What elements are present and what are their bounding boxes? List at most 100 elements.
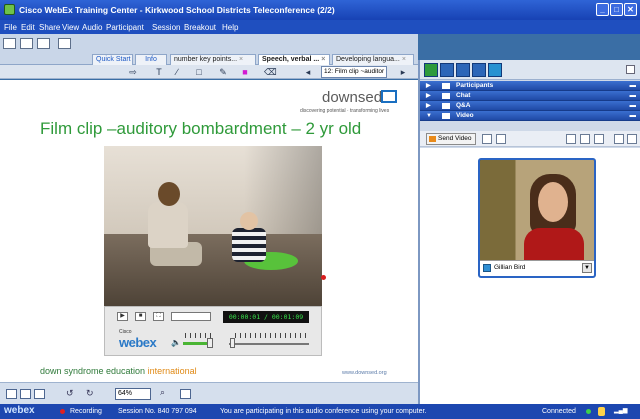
tab-info[interactable]: Info [135, 54, 167, 65]
participants-panel-icon[interactable] [424, 63, 438, 77]
zoom-icon[interactable]: ⌕ [160, 387, 165, 398]
video-options-icon[interactable] [482, 134, 492, 144]
minimize-panel-icon[interactable]: ▬ [630, 81, 637, 91]
stop-icon[interactable]: ■ [135, 312, 146, 321]
title-bar: Cisco WebEx Training Center - Kirkwood S… [0, 0, 640, 20]
active-speaker-view-icon[interactable] [566, 134, 576, 144]
panel-options-icon[interactable] [626, 65, 635, 74]
open-document-icon[interactable] [20, 38, 33, 49]
webex-logo: webex [119, 335, 157, 350]
fullscreen-icon[interactable]: ⛶ [153, 312, 164, 321]
sync-display-icon[interactable] [180, 389, 191, 399]
rotate-left-icon[interactable]: ↺ [66, 388, 74, 399]
expand-arrow-icon[interactable]: ▶ [426, 101, 431, 111]
lock-icon [598, 407, 605, 416]
qa-panel-icon[interactable] [472, 63, 486, 77]
minimize-panel-icon[interactable]: ▬ [630, 111, 637, 121]
zoom-select[interactable]: 64% [115, 388, 151, 400]
send-video-button[interactable]: Send Video [426, 133, 476, 145]
rectangle-tool-icon[interactable]: □ [194, 67, 204, 77]
video-panel-icon[interactable] [488, 63, 502, 77]
connection-status: Connected [542, 408, 576, 415]
minimize-panel-icon[interactable]: ▬ [630, 91, 637, 101]
menu-breakout[interactable]: Breakout [184, 23, 216, 32]
expand-arrow-icon[interactable]: ▶ [426, 81, 431, 91]
menu-session[interactable]: Session [152, 23, 180, 32]
collapse-arrow-icon[interactable]: ▼ [426, 111, 432, 121]
panel-label: Video [456, 112, 474, 119]
video-frame[interactable] [104, 146, 322, 306]
seek-knob[interactable] [230, 338, 235, 348]
menu-view[interactable]: View [62, 23, 79, 32]
pointer-icon[interactable]: ⇨ [128, 67, 138, 77]
session-number: Session No. 840 797 094 [118, 408, 197, 415]
panel-video[interactable]: ▼ Video ▬ [420, 111, 640, 121]
fit-page-icon[interactable] [34, 389, 45, 399]
tab-speech-verbal[interactable]: Speech, verbal ... × [258, 54, 330, 65]
seek-bar[interactable] [229, 343, 309, 345]
video-icon [442, 113, 450, 119]
speaker-icon[interactable]: 🔈 [171, 338, 181, 347]
footer-brand-main: down syndrome education [40, 366, 146, 376]
menu-participant[interactable]: Participant [106, 23, 144, 32]
chat-panel-icon[interactable] [440, 63, 454, 77]
webcam-icon [483, 264, 491, 272]
grid-view-icon[interactable] [594, 134, 604, 144]
brand-tagline: discovering potential · transforming liv… [300, 108, 390, 114]
tab-number-key-points[interactable]: number key points... × [170, 54, 256, 65]
send-video-label: Send Video [438, 135, 472, 142]
close-tab-icon[interactable]: × [402, 56, 406, 63]
menu-audio[interactable]: Audio [82, 23, 102, 32]
document-tab-bar: Quick Start Info number key points... × S… [0, 34, 418, 65]
new-document-icon[interactable] [3, 38, 16, 49]
tab-quick-start[interactable]: Quick Start [92, 54, 133, 65]
next-page-icon[interactable]: ▸ [398, 67, 408, 77]
slide-footer-url: www.downsed.org [342, 370, 387, 376]
recording-status[interactable]: Recording [70, 408, 102, 415]
close-tab-icon[interactable]: × [321, 56, 325, 63]
whiteboard-icon[interactable] [37, 38, 50, 49]
maximize-button[interactable]: □ [610, 3, 623, 16]
tab-developing-language[interactable]: Developing langua... × [332, 54, 414, 65]
highlighter-icon[interactable]: ✎ [218, 67, 228, 77]
page-select[interactable]: 12: Film clip ~auditor [321, 66, 387, 78]
volume-knob[interactable] [207, 338, 213, 348]
minimize-button[interactable]: _ [596, 3, 609, 16]
switch-view-icon[interactable] [580, 134, 590, 144]
panel-qa[interactable]: ▶ Q&A ▬ [420, 101, 640, 111]
color-picker-icon[interactable]: ■ [240, 67, 250, 77]
fullscreen-video-icon[interactable] [627, 134, 637, 144]
menu-edit[interactable]: Edit [21, 23, 35, 32]
panel-label: Participants [456, 82, 494, 89]
panel-participants[interactable]: ▶ Participants ▬ [420, 81, 640, 91]
panel-chat[interactable]: ▶ Chat ▬ [420, 91, 640, 101]
video-toolbar: Send Video [420, 131, 640, 147]
thumbnail-view-icon[interactable] [6, 389, 17, 399]
settings-icon[interactable] [171, 312, 211, 321]
menu-file[interactable]: File [4, 23, 17, 32]
participant-video[interactable]: Gillian Bird ▼ [478, 158, 596, 278]
video-area: Gillian Bird ▼ [420, 148, 640, 404]
video-settings-icon[interactable] [496, 134, 506, 144]
menu-share[interactable]: Share [39, 23, 60, 32]
brand-logo-text: downsed [322, 89, 383, 106]
annotate-icon[interactable] [58, 38, 71, 49]
popout-icon[interactable] [614, 134, 624, 144]
close-tab-icon[interactable]: × [239, 56, 243, 63]
menu-help[interactable]: Help [222, 23, 238, 32]
participants-icon [442, 83, 450, 89]
minimize-panel-icon[interactable]: ▬ [630, 101, 637, 111]
chevron-down-icon[interactable]: ▼ [582, 263, 592, 273]
fit-width-icon[interactable] [20, 389, 31, 399]
notes-panel-icon[interactable] [456, 63, 470, 77]
play-icon[interactable]: ▶ [117, 312, 128, 321]
eraser-icon[interactable]: ⌫ [264, 67, 277, 77]
slide-footer-brand: down syndrome education international [40, 366, 197, 376]
line-tool-icon[interactable]: ∕ [172, 67, 182, 77]
rotate-right-icon[interactable]: ↻ [86, 388, 94, 399]
text-tool-icon[interactable]: T [154, 67, 164, 77]
previous-page-icon[interactable]: ◂ [303, 67, 313, 77]
close-button[interactable]: ✕ [624, 3, 637, 16]
expand-arrow-icon[interactable]: ▶ [426, 91, 431, 101]
volume-slider[interactable] [183, 342, 210, 345]
